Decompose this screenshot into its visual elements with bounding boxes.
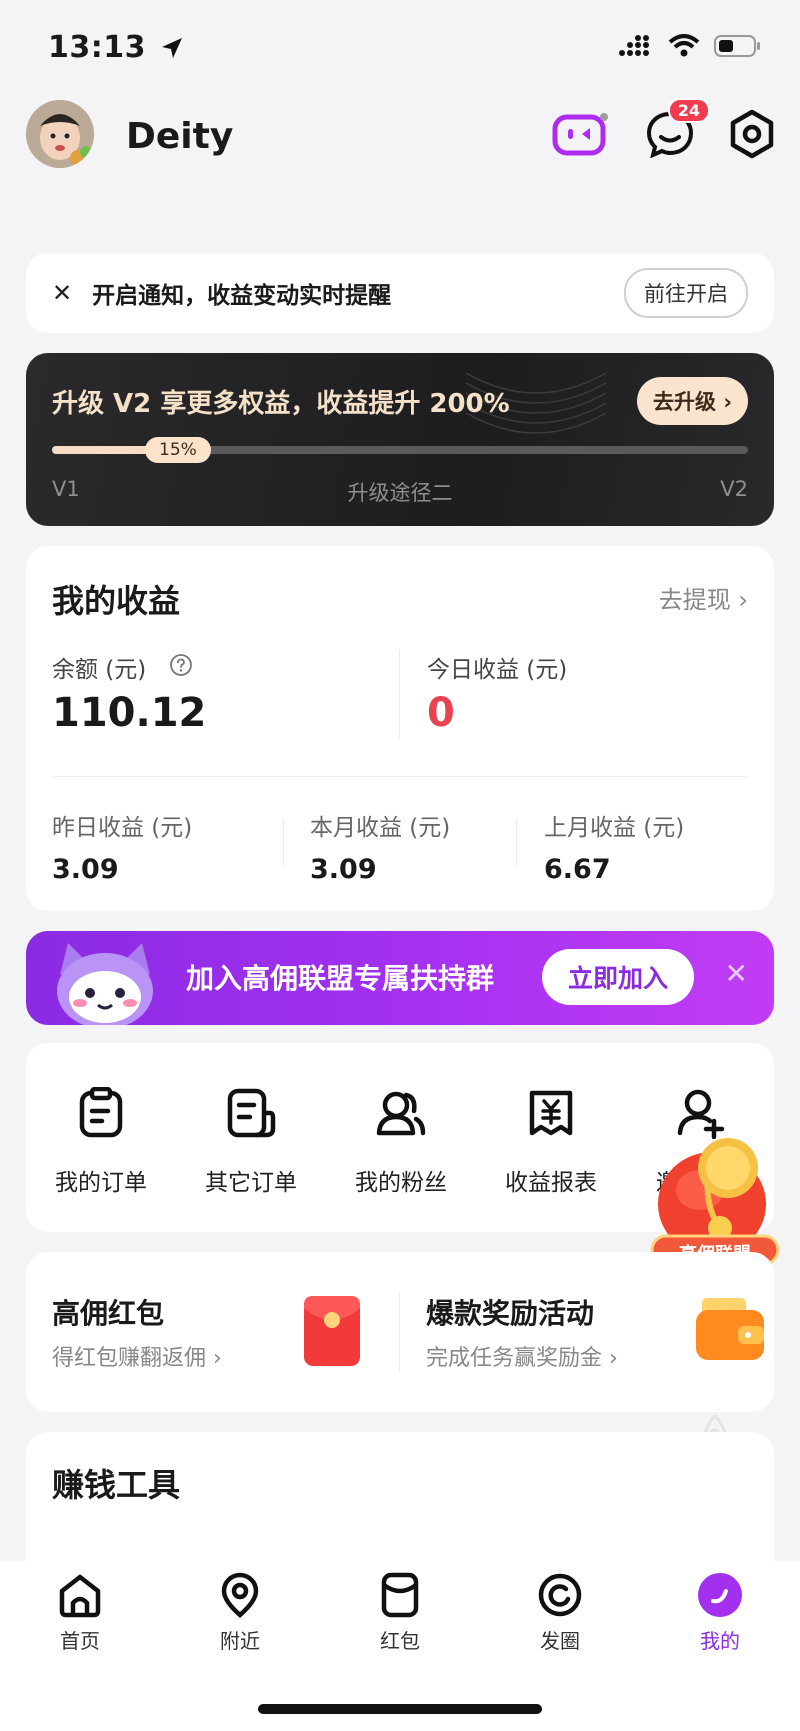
upgrade-progress-fill bbox=[52, 446, 157, 454]
nav-item-profile[interactable]: 我的 bbox=[670, 1571, 770, 1654]
red-packet-icon bbox=[381, 1572, 419, 1618]
report-icon bbox=[529, 1090, 573, 1136]
signal-icon bbox=[619, 35, 649, 56]
chevron-right-icon: › bbox=[609, 1346, 618, 1371]
chevron-right-icon: › bbox=[213, 1346, 222, 1371]
close-icon[interactable]: ✕ bbox=[52, 279, 72, 307]
yesterday-earnings-value: 3.09 bbox=[52, 854, 119, 885]
reward-subtitle: 得红包赚翻返佣 › bbox=[52, 1340, 222, 1372]
today-earnings-label: 今日收益 (元) bbox=[427, 657, 568, 683]
nav-item-red-packet[interactable]: 红包 bbox=[350, 1571, 450, 1654]
moments-icon bbox=[538, 1573, 582, 1617]
enable-notification-button[interactable]: 前往开启 bbox=[624, 268, 748, 318]
upgrade-title: 升级 V2 享更多权益，收益提升 200% bbox=[52, 389, 510, 419]
battery-icon bbox=[714, 35, 760, 57]
rewards-card: 高佣红包 得红包赚翻返佣 › 爆款奖励活动 完成任务赢奖励金 › bbox=[26, 1252, 774, 1412]
close-icon[interactable]: ✕ bbox=[725, 957, 748, 990]
order-icon bbox=[79, 1087, 123, 1138]
balance-label: 余额 (元) bbox=[52, 657, 147, 683]
home-icon bbox=[59, 1574, 101, 1618]
unread-badge: 24 bbox=[667, 98, 710, 123]
menu-label: 我的粉丝 bbox=[355, 1170, 447, 1196]
today-earnings-value: 0 bbox=[427, 690, 455, 736]
other-order-icon bbox=[227, 1088, 276, 1138]
red-packet-icon bbox=[304, 1296, 360, 1366]
divider bbox=[399, 650, 400, 738]
join-group-banner[interactable]: 加入高佣联盟专属扶持群 立即加入 ✕ bbox=[26, 931, 774, 1025]
month-earnings-value: 3.09 bbox=[310, 854, 377, 885]
last-month-earnings-value: 6.67 bbox=[544, 854, 611, 885]
messages-button[interactable]: 24 bbox=[642, 98, 710, 162]
earnings-card: 我的收益 去提现 › 余额 (元) 110.12 今日收益 (元) 0 昨日收益… bbox=[26, 546, 774, 911]
reward-title: 高佣红包 bbox=[52, 1297, 165, 1330]
notification-text: 开启通知，收益变动实时提醒 bbox=[92, 283, 392, 309]
settings-icon bbox=[730, 109, 774, 159]
nav-label: 红包 bbox=[380, 1629, 420, 1653]
nav-item-moments[interactable]: 发圈 bbox=[510, 1571, 610, 1654]
reward-subtitle: 完成任务赢奖励金 › bbox=[426, 1340, 618, 1372]
promo-text: 加入高佣联盟专属扶持群 bbox=[186, 962, 495, 995]
wallet-icon bbox=[696, 1298, 764, 1360]
yesterday-earnings-label: 昨日收益 (元) bbox=[52, 815, 193, 841]
help-icon[interactable] bbox=[169, 653, 193, 677]
menu-label: 其它订单 bbox=[205, 1170, 297, 1196]
withdraw-link[interactable]: 去提现 › bbox=[659, 580, 748, 615]
avatar[interactable] bbox=[26, 100, 94, 168]
chevron-right-icon: › bbox=[738, 586, 748, 614]
hot-reward-entry[interactable]: 爆款奖励活动 完成任务赢奖励金 › bbox=[400, 1252, 774, 1412]
month-earnings-label: 本月收益 (元) bbox=[310, 815, 451, 841]
divider bbox=[516, 820, 517, 866]
nav-label: 首页 bbox=[60, 1629, 100, 1653]
reward-title: 爆款奖励活动 bbox=[426, 1297, 595, 1330]
withdraw-label: 去提现 bbox=[658, 586, 731, 614]
nav-item-home[interactable]: 首页 bbox=[30, 1571, 130, 1654]
location-icon bbox=[221, 1572, 259, 1618]
upgrade-button-label: 去升级 bbox=[653, 390, 717, 414]
upgrade-path-label: 升级途径二 bbox=[347, 481, 453, 505]
level-from: V1 bbox=[52, 477, 80, 501]
username[interactable]: Deity bbox=[126, 116, 233, 157]
red-packet-entry[interactable]: 高佣红包 得红包赚翻返佣 › bbox=[26, 1252, 400, 1412]
wifi-icon bbox=[668, 34, 700, 57]
nav-label: 附近 bbox=[220, 1629, 260, 1653]
settings-button[interactable] bbox=[724, 106, 780, 162]
earnings-title: 我的收益 bbox=[52, 582, 181, 620]
tools-title: 赚钱工具 bbox=[52, 1466, 181, 1504]
profile-icon bbox=[698, 1573, 742, 1617]
fans-icon bbox=[376, 1091, 426, 1136]
home-indicator bbox=[258, 1704, 542, 1714]
last-month-earnings-label: 上月收益 (元) bbox=[544, 815, 685, 841]
floating-alliance-badge[interactable]: 高佣联盟 bbox=[648, 1128, 782, 1268]
upgrade-progress-label: 15% bbox=[145, 437, 211, 463]
menu-label: 收益报表 bbox=[505, 1170, 597, 1196]
reward-subtitle-text: 完成任务赢奖励金 bbox=[426, 1346, 603, 1371]
chevron-right-icon: › bbox=[723, 390, 732, 414]
divider bbox=[52, 776, 748, 777]
ai-assistant-icon[interactable] bbox=[552, 106, 608, 162]
status-time: 13:13 bbox=[48, 30, 146, 65]
join-now-button[interactable]: 立即加入 bbox=[542, 949, 695, 1005]
nav-label: 发圈 bbox=[540, 1629, 580, 1653]
divider bbox=[283, 820, 284, 866]
mascot-icon bbox=[57, 943, 153, 1025]
upgrade-card[interactable]: 升级 V2 享更多权益，收益提升 200% 去升级 › 15% 升级途径二 V1… bbox=[26, 353, 774, 526]
reward-subtitle-text: 得红包赚翻返佣 bbox=[52, 1346, 207, 1371]
balance-value: 110.12 bbox=[52, 690, 207, 736]
nav-item-nearby[interactable]: 附近 bbox=[190, 1571, 290, 1654]
upgrade-button[interactable]: 去升级 › bbox=[637, 377, 748, 425]
level-to: V2 bbox=[720, 477, 748, 501]
menu-label: 我的订单 bbox=[55, 1170, 147, 1196]
notification-banner: ✕ 开启通知，收益变动实时提醒 前往开启 bbox=[26, 253, 774, 333]
location-arrow-icon bbox=[162, 38, 182, 58]
nav-label: 我的 bbox=[700, 1629, 740, 1653]
